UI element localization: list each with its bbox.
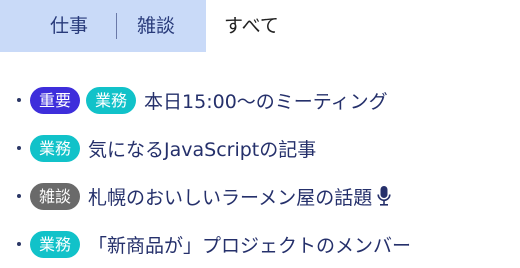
- list-item[interactable]: 雑談 札幌のおいしいラーメン屋の話題: [0, 172, 520, 220]
- list-item-title[interactable]: 「新商品が」プロジェクトのメンバー: [88, 231, 411, 258]
- bullet: [17, 98, 21, 102]
- tag-important[interactable]: 重要: [30, 86, 81, 114]
- list-item-body: 雑談 札幌のおいしいラーメン屋の話題: [30, 172, 391, 220]
- list-item[interactable]: 業務 気になるJavaScriptの記事: [0, 124, 520, 172]
- tab-all[interactable]: すべて: [224, 0, 279, 52]
- list-item-title[interactable]: 気になるJavaScriptの記事: [88, 135, 316, 162]
- list-item-title[interactable]: 札幌のおいしいラーメン屋の話題: [88, 183, 372, 210]
- microphone-icon: [377, 186, 391, 206]
- bullet: [17, 146, 21, 150]
- bullet: [17, 194, 21, 198]
- tab-group-selected: 仕事 雑談: [0, 0, 206, 52]
- tag-chat[interactable]: 雑談: [30, 182, 81, 210]
- list-item[interactable]: 重要 業務 本日15:00〜のミーティング: [0, 76, 520, 124]
- list-item[interactable]: 業務 「新商品が」プロジェクトのメンバー: [0, 220, 520, 260]
- list-item-body: 重要 業務 本日15:00〜のミーティング: [30, 76, 388, 124]
- tag-business[interactable]: 業務: [86, 86, 137, 114]
- list-item-body: 業務 気になるJavaScriptの記事: [30, 124, 316, 172]
- tag-business[interactable]: 業務: [30, 134, 81, 162]
- tab-bar: 仕事 雑談 すべて: [0, 0, 520, 52]
- tab-chat[interactable]: 雑談: [137, 0, 175, 52]
- tag-business[interactable]: 業務: [30, 230, 81, 258]
- thread-list: 重要 業務 本日15:00〜のミーティング 業務 気になるJavaScriptの…: [0, 76, 520, 260]
- bullet: [17, 242, 21, 246]
- list-item-title[interactable]: 本日15:00〜のミーティング: [144, 87, 388, 114]
- list-item-body: 業務 「新商品が」プロジェクトのメンバー: [30, 220, 411, 268]
- tab-divider: [116, 13, 117, 39]
- tab-work[interactable]: 仕事: [50, 0, 88, 52]
